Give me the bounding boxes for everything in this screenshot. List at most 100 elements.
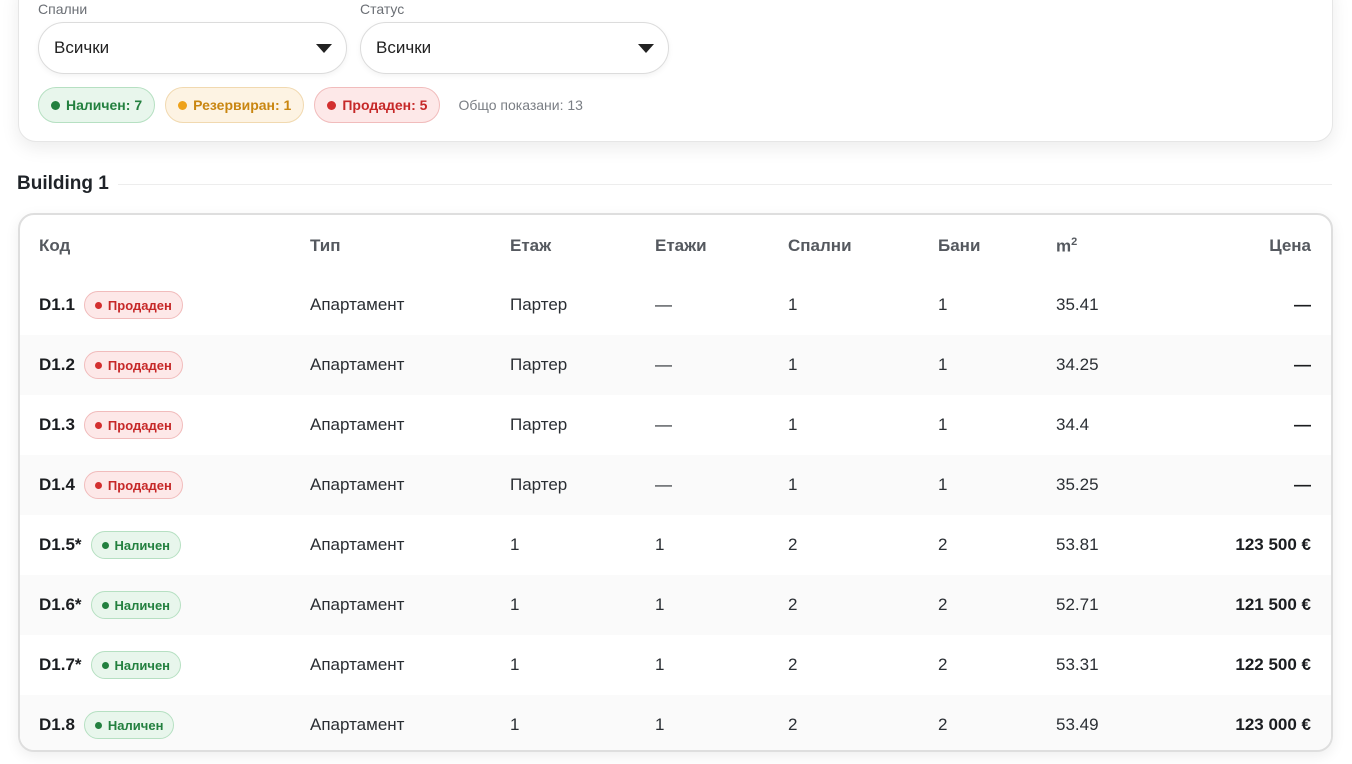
unit-code[interactable]: D1.2	[39, 355, 75, 375]
cell-floors: —	[655, 335, 788, 395]
unit-code[interactable]: D1.5*	[39, 535, 82, 555]
cell-bathrooms: 2	[938, 695, 1056, 750]
building-title: Building 1	[17, 173, 109, 194]
cell-type: Апартамент	[310, 455, 510, 515]
cell-area: 35.41	[1056, 295, 1099, 314]
cell-price: 121 500 €	[1156, 575, 1331, 635]
table-row[interactable]: D1.5* Наличен Апартамент 1 1 2 2 53.81 123 500 €	[20, 515, 1331, 575]
filter-panel: Спални Всички Статус Всички Наличен: 7 Р…	[18, 0, 1333, 142]
status-dot-icon	[94, 721, 102, 729]
status-badge-label: Продаден	[107, 357, 172, 373]
status-dot-icon	[327, 100, 337, 110]
table-row[interactable]: D1.8 Наличен Апартамент 1 1 2 2 53.49 123 000 €	[20, 695, 1331, 750]
cell-bathrooms: 2	[938, 575, 1056, 635]
status-dot-icon	[101, 541, 109, 549]
unit-code[interactable]: D1.7*	[39, 655, 82, 675]
available-count-chip[interactable]: Наличен: 7	[38, 87, 156, 123]
status-select[interactable]: Всички	[360, 22, 669, 74]
units-table-card: Код Тип Етаж Етажи Спални Бани m2 Цена D…	[18, 213, 1333, 752]
status-summary: Наличен: 7 Резервиран: 1 Продаден: 5 Общ…	[38, 87, 583, 123]
cell-code: D1.7* Наличен	[20, 635, 310, 695]
cell-area: 53.31	[1056, 655, 1099, 674]
total-shown: Общо показани: 13	[458, 97, 583, 113]
cell-price: —	[1156, 335, 1331, 395]
unit-code[interactable]: D1.6*	[39, 595, 82, 615]
cell-code: D1.1 Продаден	[20, 275, 310, 335]
cell-floor: 1	[510, 575, 655, 635]
status-badge: Наличен	[90, 531, 182, 559]
unit-code[interactable]: D1.8	[39, 715, 75, 735]
cell-price: 123 000 €	[1156, 695, 1331, 750]
sold-count-chip[interactable]: Продаден: 5	[314, 87, 441, 123]
cell-price: —	[1294, 295, 1311, 314]
status-select-value: Всички	[376, 38, 432, 57]
cell-type: Апартамент	[310, 535, 405, 554]
units-table: Код Тип Етаж Етажи Спални Бани m2 Цена D…	[20, 215, 1331, 750]
cell-area: 34.25	[1056, 335, 1156, 395]
cell-bedrooms: 1	[788, 335, 938, 395]
status-badge: Продаден	[83, 291, 183, 319]
cell-type: Апартамент	[310, 335, 510, 395]
cell-price: —	[1294, 415, 1311, 434]
col-header-floors[interactable]: Етажи	[655, 215, 788, 275]
col-header-bedrooms[interactable]: Спални	[788, 215, 938, 275]
cell-bedrooms: 2	[788, 535, 798, 554]
col-header-area[interactable]: m2	[1056, 215, 1156, 275]
bedrooms-filter-label: Спални	[38, 1, 88, 17]
table-row[interactable]: D1.3 Продаден Апартамент Партер — 1 1 34.4 —	[20, 395, 1331, 455]
cell-floors: —	[655, 415, 672, 434]
col-header-bathrooms[interactable]: Бани	[938, 215, 1056, 275]
status-dot-icon	[101, 601, 109, 609]
table-row[interactable]: D1.7* Наличен Апартамент 1 1 2 2 53.31 122 500 €	[20, 635, 1331, 695]
cell-floors: —	[655, 455, 788, 515]
cell-floors: —	[655, 295, 672, 314]
cell-floor: 1	[510, 655, 520, 674]
status-badge: Продаден	[83, 471, 183, 499]
cell-bedrooms: 1	[788, 415, 798, 434]
cell-code: D1.2 Продаден	[20, 335, 310, 395]
cell-floor: Партер	[510, 415, 568, 434]
cell-type: Апартамент	[310, 695, 510, 750]
bedrooms-select-value: Всички	[54, 38, 110, 57]
status-badge: Продаден	[83, 411, 183, 439]
table-header-row: Код Тип Етаж Етажи Спални Бани m2 Цена	[20, 215, 1331, 275]
cell-area: 53.81	[1056, 535, 1099, 554]
code-wrap: D1.4 Продаден	[39, 471, 310, 499]
cell-bedrooms: 1	[788, 455, 938, 515]
status-dot-icon	[101, 661, 109, 669]
status-dot-icon	[94, 301, 102, 309]
cell-floors: 1	[655, 695, 788, 750]
status-badge-label: Продаден	[107, 297, 172, 313]
status-badge-label: Наличен	[114, 597, 171, 613]
table-row[interactable]: D1.6* Наличен Апартамент 1 1 2 2 52.71 121 500 €	[20, 575, 1331, 635]
code-wrap: D1.5* Наличен	[39, 531, 310, 559]
area-unit-sup: 2	[1071, 235, 1078, 248]
table-row[interactable]: D1.2 Продаден Апартамент Партер —1 1 34.25—	[20, 335, 1331, 395]
chevron-down-icon	[638, 43, 654, 53]
cell-floor: Партер	[510, 455, 655, 515]
code-wrap: D1.6* Наличен	[39, 591, 310, 619]
table-row[interactable]: D1.4 Продаден Апартамент Партер —1 1 35.25—	[20, 455, 1331, 515]
table-row[interactable]: D1.1 Продаден Апартамент Партер — 1 1 35.41 —	[20, 275, 1331, 335]
cell-bedrooms: 2	[788, 695, 938, 750]
code-wrap: D1.1 Продаден	[39, 291, 310, 319]
cell-floors: 1	[655, 655, 665, 674]
cell-bathrooms: 1	[938, 335, 1056, 395]
col-header-price[interactable]: Цена	[1156, 215, 1331, 275]
col-header-code[interactable]: Код	[20, 215, 310, 275]
cell-type: Апартамент	[310, 575, 510, 635]
status-badge-label: Наличен	[114, 657, 171, 673]
status-dot-icon	[94, 481, 102, 489]
unit-code[interactable]: D1.1	[39, 295, 75, 315]
reserved-count-chip[interactable]: Резервиран: 1	[165, 87, 305, 123]
col-header-floor[interactable]: Етаж	[510, 215, 655, 275]
cell-bathrooms: 2	[938, 535, 948, 554]
unit-code[interactable]: D1.3	[39, 415, 75, 435]
status-dot-icon	[94, 361, 102, 369]
status-dot-icon	[94, 421, 102, 429]
bedrooms-select[interactable]: Всички	[38, 22, 347, 74]
col-header-type[interactable]: Тип	[310, 215, 510, 275]
unit-code[interactable]: D1.4	[39, 475, 75, 495]
cell-code: D1.6* Наличен	[20, 575, 310, 635]
code-wrap: D1.8 Наличен	[39, 711, 310, 739]
